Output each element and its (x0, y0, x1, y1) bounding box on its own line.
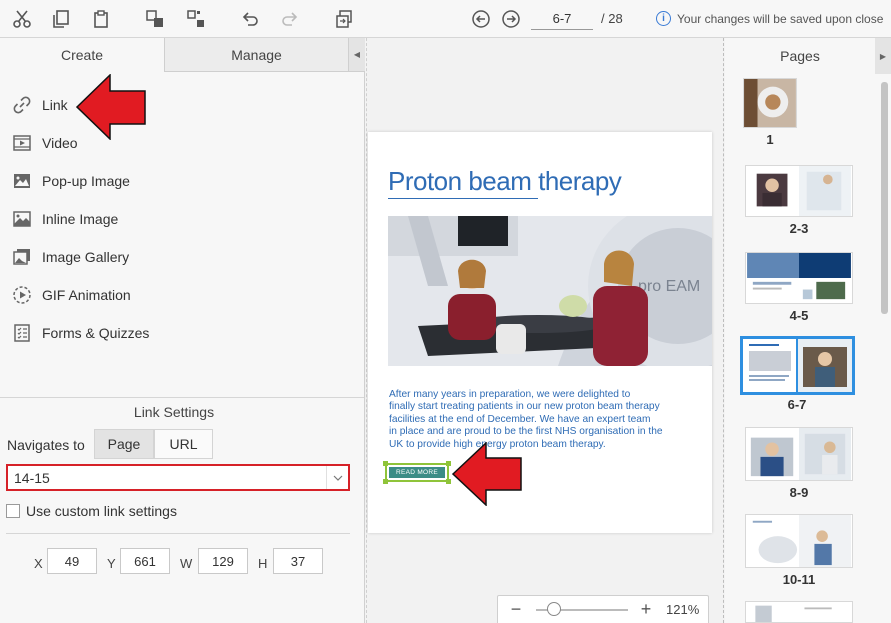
image-gallery-icon (13, 249, 30, 265)
zoom-in-button[interactable]: + (636, 599, 656, 619)
next-page-icon[interactable] (498, 6, 524, 32)
redo-icon[interactable] (277, 6, 303, 32)
w-input[interactable]: 129 (198, 548, 248, 574)
save-notice-text: Your changes will be saved upon close (677, 11, 884, 26)
tool-label: Inline Image (42, 211, 119, 227)
treatment-room-photo: pro EAM (388, 216, 712, 366)
tool-video[interactable]: Video (0, 124, 364, 162)
collapse-left-icon[interactable]: ◀ (348, 38, 365, 72)
tool-list: Link Video Pop-up Image Inline Image Ima… (0, 86, 364, 352)
navigates-to-label: Navigates to (7, 437, 85, 453)
resize-handle[interactable] (383, 461, 388, 466)
gif-animation-icon (13, 286, 31, 304)
doc-title: Proton beam therapy (388, 166, 622, 196)
tool-gif-animation[interactable]: GIF Animation (0, 276, 364, 314)
page-thumbnail-label: 10-11 (782, 572, 816, 587)
editor-canvas: Proton beam therapy pro EAM After many y… (366, 38, 724, 623)
tool-forms-quizzes[interactable]: Forms & Quizzes (0, 314, 364, 352)
pages-panel: Pages ▶ 1 2-3 4-5 6-7 8-9 10-11 (725, 38, 891, 623)
replace-icon[interactable] (331, 6, 357, 32)
read-more-link-selection[interactable]: READ MORE (383, 461, 451, 484)
prev-page-icon[interactable] (468, 6, 494, 32)
doc-title-underline (388, 198, 538, 199)
navigate-url-option[interactable]: URL (154, 429, 213, 459)
pages-scrollbar[interactable] (881, 82, 888, 314)
body-line: finally start treating patients in our n… (389, 401, 660, 413)
tab-create[interactable]: Create (0, 38, 164, 72)
body-line: After many years in preparation, we were… (389, 389, 631, 400)
read-more-button[interactable]: READ MORE (389, 467, 445, 478)
tool-label: Video (42, 135, 78, 151)
divider (6, 533, 350, 534)
forms-quizzes-icon (14, 324, 30, 342)
doc-body-text: After many years in preparation, we were… (389, 389, 679, 451)
pages-title: Pages (780, 48, 820, 64)
zoom-out-button[interactable]: − (506, 599, 526, 619)
zoom-bar: − + 121% (497, 595, 709, 623)
zoom-slider-thumb[interactable] (547, 602, 562, 616)
resize-handle[interactable] (446, 479, 451, 484)
tool-label: GIF Animation (42, 287, 131, 303)
h-input[interactable]: 37 (273, 548, 323, 574)
tool-popup-image[interactable]: Pop-up Image (0, 162, 364, 200)
y-input[interactable]: 661 (120, 548, 170, 574)
x-label: X (34, 556, 43, 571)
tool-link[interactable]: Link (0, 86, 364, 124)
y-label: Y (107, 556, 116, 571)
page-thumbnail-label: 2-3 (789, 221, 809, 236)
panel-tabs: Create Manage ◀ (0, 38, 365, 72)
chevron-down-icon[interactable] (326, 466, 348, 489)
undo-icon[interactable] (237, 6, 263, 32)
popup-image-icon (14, 174, 30, 188)
paste-icon[interactable] (88, 6, 114, 32)
page-total: / 28 (601, 11, 623, 26)
body-line: in place and are proud to be the first N… (389, 426, 663, 438)
cut-icon[interactable] (9, 6, 35, 32)
zoom-value: 121% (666, 602, 700, 617)
destination-value: 14-15 (14, 470, 50, 486)
page-thumbnail-label: 1 (766, 132, 774, 147)
page-number-input[interactable] (531, 8, 593, 30)
inline-image-icon (13, 211, 31, 227)
tool-inline-image[interactable]: Inline Image (0, 200, 364, 238)
page-thumbnail-label: 4-5 (789, 308, 809, 323)
group-icon[interactable] (142, 6, 168, 32)
page-sheet[interactable]: Proton beam therapy pro EAM After many y… (368, 132, 712, 533)
photo-wall-text: pro EAM (638, 278, 700, 295)
link-settings-title: Link Settings (133, 404, 215, 420)
tool-image-gallery[interactable]: Image Gallery (0, 238, 364, 276)
button-callout-arrow-icon (452, 442, 522, 506)
tool-label: Image Gallery (42, 249, 130, 265)
ungroup-icon[interactable] (183, 6, 209, 32)
tool-label: Link (42, 97, 68, 113)
body-line: facilities at the end of December. We ha… (389, 413, 651, 425)
destination-page-select[interactable]: 14-15 (6, 464, 350, 491)
resize-handle[interactable] (383, 479, 388, 484)
tool-label: Pop-up Image (42, 173, 130, 189)
body-line: UK to provide high energy proton beam th… (389, 438, 606, 450)
tab-manage[interactable]: Manage (164, 38, 348, 72)
custom-link-label: Use custom link settings (26, 503, 177, 519)
custom-link-checkbox[interactable] (6, 504, 20, 518)
tool-label: Forms & Quizzes (42, 325, 150, 341)
navigate-page-option[interactable]: Page (94, 429, 154, 459)
x-input[interactable]: 49 (47, 548, 97, 574)
h-label: H (258, 556, 268, 571)
save-notice: i Your changes will be saved upon close (656, 11, 883, 26)
custom-link-settings-row[interactable]: Use custom link settings (6, 503, 177, 519)
left-panel: Create Manage ◀ Link Video Pop-up Image … (0, 38, 365, 623)
page-thumbnail-label: 8-9 (789, 485, 809, 500)
toolbar: / 28 i Your changes will be saved upon c… (0, 0, 891, 38)
copy-icon[interactable] (48, 6, 74, 32)
info-icon: i (656, 11, 671, 26)
link-icon (13, 96, 31, 114)
collapse-right-icon[interactable]: ▶ (875, 38, 891, 74)
w-label: W (180, 556, 193, 571)
resize-handle[interactable] (446, 461, 451, 466)
video-icon (13, 135, 31, 151)
page-thumbnail-label: 6-7 (787, 397, 807, 412)
